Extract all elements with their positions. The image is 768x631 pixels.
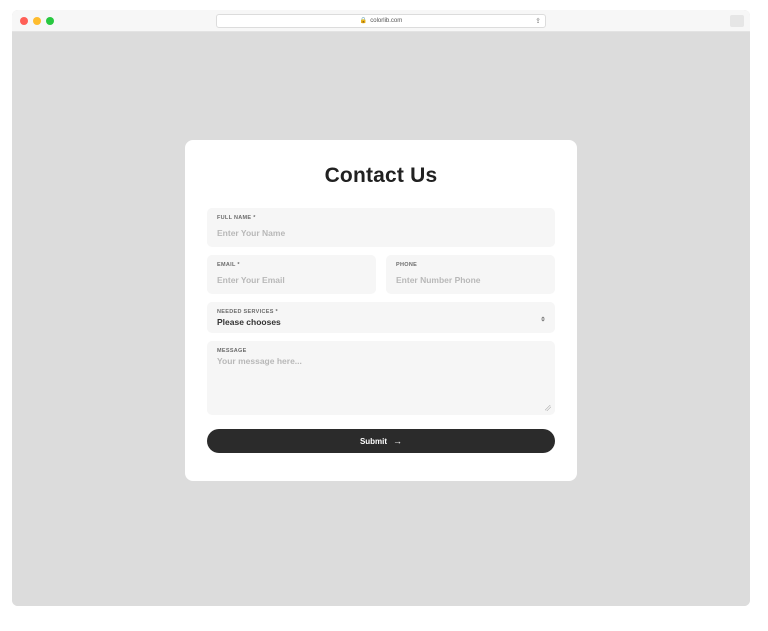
message-label: MESSAGE (217, 348, 545, 354)
submit-button-label: Submit (360, 437, 387, 446)
email-phone-row: EMAIL * PHONE (207, 255, 555, 294)
email-label: EMAIL * (217, 262, 366, 268)
phone-label: PHONE (396, 262, 545, 268)
email-input[interactable] (217, 275, 366, 285)
tabs-button[interactable] (730, 15, 744, 27)
arrow-right-icon: → (393, 437, 402, 446)
address-bar[interactable]: 🔒 colorlib.com ⇪ (216, 14, 546, 28)
screenshot-root: 🔒 colorlib.com ⇪ Contact Us FULL NAME * … (0, 0, 768, 631)
phone-input[interactable] (396, 275, 545, 285)
select-chevron-icon (541, 316, 545, 321)
full-name-label: FULL NAME * (217, 215, 545, 221)
browser-titlebar: 🔒 colorlib.com ⇪ (12, 10, 750, 32)
services-selected: Please chooses (217, 317, 545, 327)
form-heading: Contact Us (207, 164, 555, 188)
minimize-window-button[interactable] (33, 17, 41, 25)
page-viewport: Contact Us FULL NAME * EMAIL * PHONE (12, 32, 750, 606)
message-textarea[interactable] (217, 356, 545, 400)
full-name-input[interactable] (217, 228, 545, 238)
maximize-window-button[interactable] (46, 17, 54, 25)
submit-button[interactable]: Submit → (207, 429, 555, 453)
full-name-field: FULL NAME * (207, 208, 555, 247)
message-field: MESSAGE (207, 341, 555, 415)
phone-field: PHONE (386, 255, 555, 294)
window-controls (20, 17, 54, 25)
contact-form-card: Contact Us FULL NAME * EMAIL * PHONE (185, 140, 577, 481)
share-icon[interactable]: ⇪ (535, 17, 541, 25)
email-field: EMAIL * (207, 255, 376, 294)
services-label: NEEDED SERVICES * (217, 309, 545, 315)
services-field[interactable]: NEEDED SERVICES * Please chooses (207, 302, 555, 333)
close-window-button[interactable] (20, 17, 28, 25)
address-url: colorlib.com (370, 18, 402, 24)
lock-icon: 🔒 (360, 17, 367, 24)
browser-window: 🔒 colorlib.com ⇪ Contact Us FULL NAME * … (12, 10, 750, 606)
